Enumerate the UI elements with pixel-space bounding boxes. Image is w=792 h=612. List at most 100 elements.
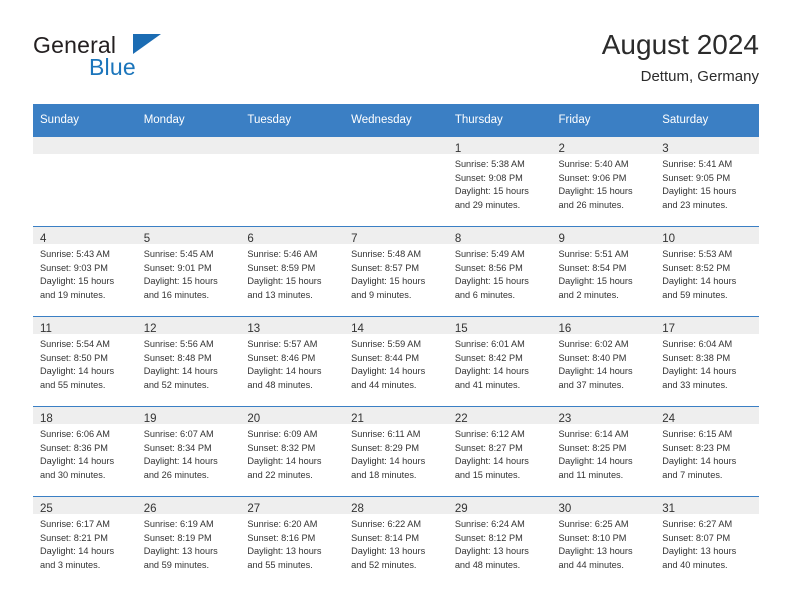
day-number-band: 13	[240, 317, 345, 335]
calendar-day-cell[interactable]: 12 Sunrise: 5:56 AM Sunset: 8:48 PM Dayligh…	[136, 316, 241, 406]
calendar-day-cell[interactable]: 16 Sunrise: 6:02 AM Sunset: 8:40 PM Dayligh…	[551, 316, 656, 406]
calendar-day-cell[interactable]: 4 Sunrise: 5:43 AM Sunset: 9:03 PM Daylight…	[33, 226, 137, 316]
sunrise-text: Sunrise: 5:43 AM	[40, 249, 110, 259]
day-number-band: 8	[447, 227, 552, 245]
day-number-band: 10	[655, 227, 759, 245]
calendar-day-cell[interactable]: 20 Sunrise: 6:09 AM Sunset: 8:32 PM Dayligh…	[240, 406, 345, 496]
sunrise-text: Sunrise: 6:02 AM	[558, 339, 629, 349]
daylight-text-line2: and 2 minutes.	[558, 289, 619, 300]
calendar-day-cell[interactable]: 15 Sunrise: 6:01 AM Sunset: 8:42 PM Dayligh…	[447, 316, 552, 406]
daylight-text-line1: Daylight: 14 hours	[662, 276, 737, 287]
calendar-day-cell[interactable]: 19 Sunrise: 6:07 AM Sunset: 8:34 PM Dayligh…	[136, 406, 241, 496]
calendar-day-cell[interactable]: 14 Sunrise: 5:59 AM Sunset: 8:44 PM Dayligh…	[344, 316, 448, 406]
daylight-text-line2: and 7 minutes.	[662, 469, 723, 480]
weekday-header-monday: Monday	[136, 104, 241, 136]
calendar-day-cell[interactable]: 13 Sunrise: 5:57 AM Sunset: 8:46 PM Dayligh…	[240, 316, 345, 406]
calendar-day-cell[interactable]: 2 Sunrise: 5:40 AM Sunset: 9:06 PM Daylight…	[551, 136, 656, 226]
calendar-day-cell[interactable]: 10 Sunrise: 5:53 AM Sunset: 8:52 PM Dayligh…	[655, 226, 759, 316]
calendar-day-cell[interactable]: 30 Sunrise: 6:25 AM Sunset: 8:10 PM Dayligh…	[551, 496, 656, 586]
general-blue-logo[interactable]: General Blue	[33, 32, 233, 90]
calendar-day-cell[interactable]: 21 Sunrise: 6:11 AM Sunset: 8:29 PM Dayligh…	[344, 406, 448, 496]
calendar-day-cell[interactable]: 22 Sunrise: 6:12 AM Sunset: 8:27 PM Dayligh…	[447, 406, 552, 496]
daylight-text-line1: Daylight: 14 hours	[143, 456, 218, 467]
calendar-day-cell[interactable]: 25 Sunrise: 6:17 AM Sunset: 8:21 PM Dayligh…	[33, 496, 137, 586]
daylight-text-line1: Daylight: 14 hours	[143, 366, 218, 377]
daylight-text-line1: Daylight: 14 hours	[351, 366, 426, 377]
day-number-band: 2	[551, 137, 656, 155]
calendar-day-cell[interactable]: 27 Sunrise: 6:20 AM Sunset: 8:16 PM Dayligh…	[240, 496, 345, 586]
calendar-day-cell[interactable]: 23 Sunrise: 6:14 AM Sunset: 8:25 PM Dayligh…	[551, 406, 656, 496]
calendar-day-cell[interactable]: 8 Sunrise: 5:49 AM Sunset: 8:56 PM Daylight…	[447, 226, 552, 316]
weekday-header-sunday: Sunday	[33, 104, 137, 136]
sunset-text: Sunset: 8:40 PM	[558, 352, 627, 363]
calendar-cell: 25 Sunrise: 6:17 AM Sunset: 8:21 PM Dayligh…	[33, 496, 137, 586]
sunrise-text: Sunrise: 5:57 AM	[247, 339, 318, 349]
calendar-cell: 15 Sunrise: 6:01 AM Sunset: 8:42 PM Dayligh…	[447, 316, 552, 406]
day-number-band: 17	[655, 317, 759, 335]
calendar-day-cell[interactable]: 29 Sunrise: 6:24 AM Sunset: 8:12 PM Dayligh…	[447, 496, 552, 586]
daylight-text-line1: Daylight: 15 hours	[351, 276, 426, 287]
sunrise-text: Sunrise: 5:48 AM	[351, 249, 422, 259]
sunrise-text: Sunrise: 6:06 AM	[40, 429, 110, 439]
calendar-day-cell[interactable]: 3 Sunrise: 5:41 AM Sunset: 9:05 PM Daylight…	[655, 136, 759, 226]
daylight-text-line2: and 6 minutes.	[454, 289, 516, 300]
calendar-day-cell[interactable]: 5 Sunrise: 5:45 AM Sunset: 9:01 PM Daylight…	[136, 226, 241, 316]
calendar-day-cell[interactable]: 24 Sunrise: 6:15 AM Sunset: 8:23 PM Dayligh…	[655, 406, 759, 496]
day-number: 20	[247, 413, 261, 425]
calendar-day-cell[interactable]: 11 Sunrise: 5:54 AM Sunset: 8:50 PM Dayligh…	[33, 316, 137, 406]
calendar-cell: 26 Sunrise: 6:19 AM Sunset: 8:19 PM Dayligh…	[136, 496, 241, 586]
calendar-day-cell[interactable]: 17 Sunrise: 6:04 AM Sunset: 8:38 PM Dayligh…	[655, 316, 759, 406]
calendar-day-cell[interactable]: 31 Sunrise: 6:27 AM Sunset: 8:07 PM Dayligh…	[655, 496, 759, 586]
day-details: Sunrise: 5:57 AM Sunset: 8:46 PM Daylight:…	[240, 334, 344, 392]
day-number-band: 21	[344, 407, 448, 425]
sunset-text: Sunset: 8:57 PM	[351, 262, 420, 273]
day-number-band: 15	[447, 317, 552, 335]
day-details: Sunrise: 5:46 AM Sunset: 8:59 PM Daylight:…	[240, 244, 344, 302]
sunrise-text: Sunrise: 6:20 AM	[247, 519, 318, 529]
day-number: 24	[662, 413, 676, 425]
daylight-text-line2: and 48 minutes.	[247, 379, 313, 390]
sunset-text: Sunset: 8:23 PM	[662, 442, 731, 453]
sunset-text: Sunset: 8:10 PM	[558, 532, 627, 543]
daylight-text-line1: Daylight: 13 hours	[454, 546, 529, 557]
day-number: 31	[662, 503, 676, 515]
calendar-day-cell[interactable]: 1 Sunrise: 5:38 AM Sunset: 9:08 PM Daylight…	[447, 136, 552, 226]
sunset-text: Sunset: 8:46 PM	[247, 352, 316, 363]
calendar-day-cell[interactable]: 9 Sunrise: 5:51 AM Sunset: 8:54 PM Daylight…	[551, 226, 656, 316]
calendar-body: 1 Sunrise: 5:38 AM Sunset: 9:08 PM Daylight…	[33, 136, 759, 586]
day-number-band: 4	[33, 227, 137, 245]
day-number-band: 16	[551, 317, 656, 335]
calendar-day-cell[interactable]: 28 Sunrise: 6:22 AM Sunset: 8:14 PM Dayligh…	[344, 496, 448, 586]
day-number-band: 3	[655, 137, 759, 155]
sunrise-text: Sunrise: 6:24 AM	[454, 519, 525, 529]
day-number-band	[136, 137, 241, 154]
day-number-band	[344, 137, 448, 154]
daylight-text-line2: and 22 minutes.	[247, 469, 313, 480]
daylight-text-line2: and 18 minutes.	[351, 469, 417, 480]
day-number: 30	[558, 503, 572, 515]
day-number-band: 5	[136, 227, 241, 245]
day-number: 26	[143, 503, 157, 515]
sunrise-text: Sunrise: 6:04 AM	[662, 339, 733, 349]
calendar-day-cell[interactable]: 18 Sunrise: 6:06 AM Sunset: 8:36 PM Dayligh…	[33, 406, 137, 496]
calendar-day-cell[interactable]: 7 Sunrise: 5:48 AM Sunset: 8:57 PM Daylight…	[344, 226, 448, 316]
day-number: 17	[662, 323, 676, 335]
day-number-band	[240, 137, 345, 154]
day-number: 8	[454, 233, 462, 245]
day-number-band: 30	[551, 497, 656, 515]
daylight-text-line2: and 37 minutes.	[558, 379, 624, 390]
calendar-cell: 3 Sunrise: 5:41 AM Sunset: 9:05 PM Daylight…	[655, 136, 759, 226]
day-number-band: 12	[136, 317, 241, 335]
calendar-day-cell-empty	[33, 136, 137, 226]
sunrise-text: Sunrise: 5:51 AM	[558, 249, 629, 259]
day-number-band: 25	[33, 497, 137, 515]
day-details: Sunrise: 5:56 AM Sunset: 8:48 PM Daylight:…	[137, 334, 241, 392]
calendar-cell: 29 Sunrise: 6:24 AM Sunset: 8:12 PM Dayligh…	[447, 496, 552, 586]
calendar-cell: 6 Sunrise: 5:46 AM Sunset: 8:59 PM Daylight…	[240, 226, 345, 316]
daylight-text-line1: Daylight: 14 hours	[247, 366, 322, 377]
sunset-text: Sunset: 8:21 PM	[40, 532, 108, 543]
daylight-text-line2: and 59 minutes.	[143, 559, 210, 570]
calendar-day-cell[interactable]: 26 Sunrise: 6:19 AM Sunset: 8:19 PM Dayligh…	[136, 496, 241, 586]
calendar-day-cell[interactable]: 6 Sunrise: 5:46 AM Sunset: 8:59 PM Daylight…	[240, 226, 345, 316]
sunrise-text: Sunrise: 5:56 AM	[143, 339, 214, 349]
